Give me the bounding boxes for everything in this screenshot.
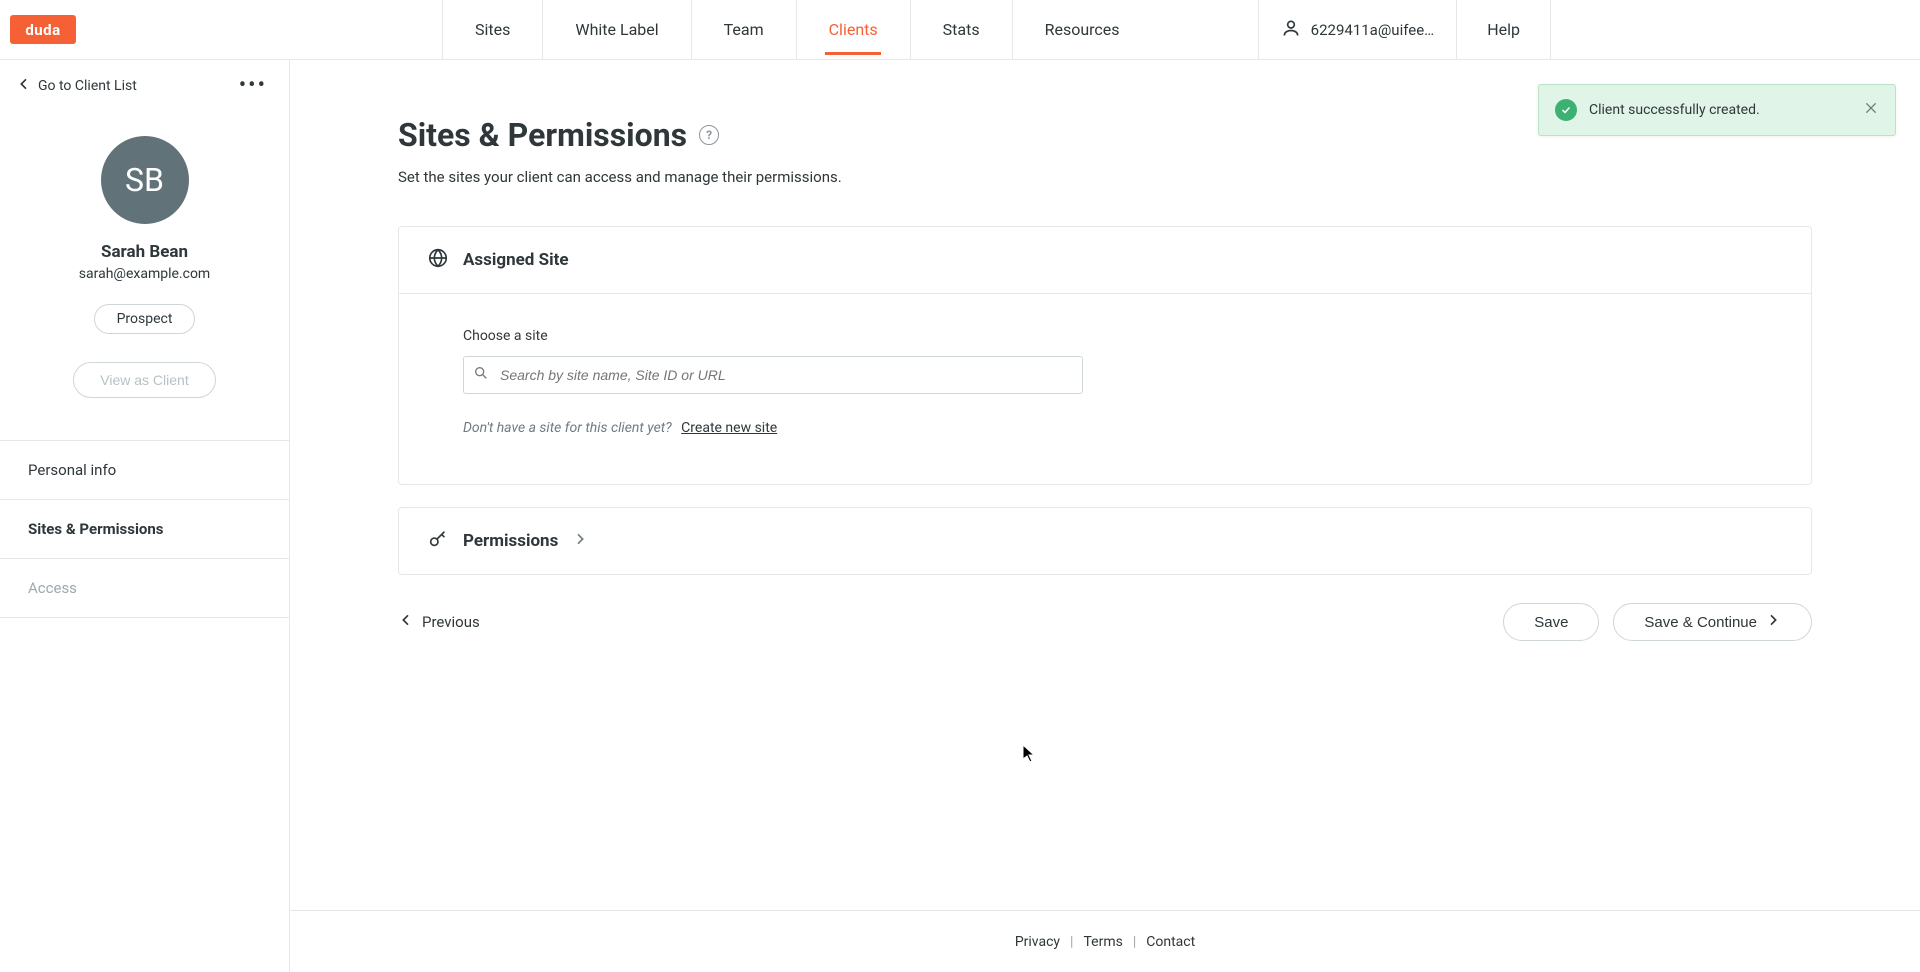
toast-close-button[interactable] (1863, 100, 1879, 120)
account-label: 6229411a@uifee… (1311, 21, 1435, 39)
action-row: Previous Save Save & Continue (398, 603, 1812, 641)
topnav-right: 6229411a@uifee… Help (1258, 0, 1920, 59)
chevron-left-icon (398, 612, 414, 632)
site-hint-row: Don't have a site for this client yet? C… (463, 420, 1747, 436)
nav-sites[interactable]: Sites (442, 0, 542, 59)
more-menu-button[interactable]: ••• (239, 81, 267, 91)
view-as-client-button[interactable]: View as Client (73, 362, 215, 398)
more-horizontal-icon: ••• (239, 73, 267, 98)
permissions-title: Permissions (463, 531, 558, 551)
nav-clients[interactable]: Clients (796, 0, 910, 59)
logo-wrap: duda (0, 0, 442, 59)
footer-sep: | (1070, 934, 1073, 950)
permissions-card[interactable]: Permissions (398, 507, 1812, 575)
sidebar: Go to Client List ••• SB Sarah Bean sara… (0, 60, 290, 972)
nav-team[interactable]: Team (691, 0, 796, 59)
page-subtitle: Set the sites your client can access and… (398, 168, 1812, 186)
footer-terms-link[interactable]: Terms (1083, 934, 1122, 950)
footer-privacy-link[interactable]: Privacy (1015, 934, 1060, 950)
site-hint-text: Don't have a site for this client yet? (463, 420, 672, 436)
save-continue-label: Save & Continue (1644, 614, 1757, 631)
page-title-text: Sites & Permissions (398, 116, 687, 154)
key-icon (427, 528, 449, 554)
back-to-client-list[interactable]: Go to Client List (16, 76, 137, 96)
assigned-site-title: Assigned Site (463, 250, 569, 270)
assigned-site-header: Assigned Site (399, 227, 1811, 294)
create-new-site-link[interactable]: Create new site (681, 420, 777, 436)
sidebar-item-access[interactable]: Access (0, 558, 289, 618)
check-circle-icon (1555, 99, 1577, 121)
nav-white-label[interactable]: White Label (542, 0, 690, 59)
close-icon (1863, 104, 1879, 120)
footer: Privacy | Terms | Contact (290, 910, 1920, 972)
sidebar-top: Go to Client List ••• (0, 60, 289, 106)
nav-items: Sites White Label Team Clients Stats Res… (442, 0, 1152, 59)
toast-text: Client successfully created. (1589, 102, 1851, 118)
client-card: SB Sarah Bean sarah@example.com Prospect… (0, 106, 289, 426)
footer-sep: | (1133, 934, 1136, 950)
search-icon (473, 365, 489, 385)
previous-button[interactable]: Previous (398, 612, 480, 632)
nav-account[interactable]: 6229411a@uifee… (1258, 0, 1457, 59)
top-nav: duda Sites White Label Team Clients Stat… (0, 0, 1920, 60)
sidebar-item-sites-permissions[interactable]: Sites & Permissions (0, 499, 289, 558)
chevron-right-icon (1765, 612, 1781, 632)
nav-stats[interactable]: Stats (910, 0, 1012, 59)
main: Client successfully created. Sites & Per… (290, 60, 1920, 972)
permissions-header: Permissions (399, 508, 1811, 574)
status-badge: Prospect (94, 304, 196, 334)
client-email: sarah@example.com (79, 266, 210, 282)
chevron-right-icon (572, 531, 588, 551)
help-tooltip-icon[interactable]: ? (699, 125, 719, 145)
site-search-wrap (463, 356, 1083, 394)
chevron-left-icon (16, 76, 32, 96)
client-name: Sarah Bean (101, 242, 188, 262)
back-label: Go to Client List (38, 78, 137, 94)
toast-success: Client successfully created. (1538, 84, 1896, 136)
save-button[interactable]: Save (1503, 603, 1599, 641)
site-search-input[interactable] (463, 356, 1083, 394)
user-icon (1281, 18, 1301, 42)
save-continue-button[interactable]: Save & Continue (1613, 603, 1812, 641)
sidebar-nav: Personal info Sites & Permissions Access (0, 440, 289, 618)
assigned-site-card: Assigned Site Choose a site Don't have a… (398, 226, 1812, 485)
footer-contact-link[interactable]: Contact (1146, 934, 1195, 950)
main-inner: Sites & Permissions ? Set the sites your… (290, 60, 1920, 910)
brand-logo[interactable]: duda (10, 15, 76, 44)
assigned-site-body: Choose a site Don't have a site for this… (399, 294, 1811, 484)
globe-icon (427, 247, 449, 273)
nav-help[interactable]: Help (1456, 0, 1550, 59)
avatar: SB (101, 136, 189, 224)
sidebar-item-personal-info[interactable]: Personal info (0, 440, 289, 499)
nav-resources[interactable]: Resources (1012, 0, 1152, 59)
previous-label: Previous (422, 613, 480, 631)
choose-site-label: Choose a site (463, 328, 1747, 344)
nav-blank-right (1550, 0, 1920, 59)
